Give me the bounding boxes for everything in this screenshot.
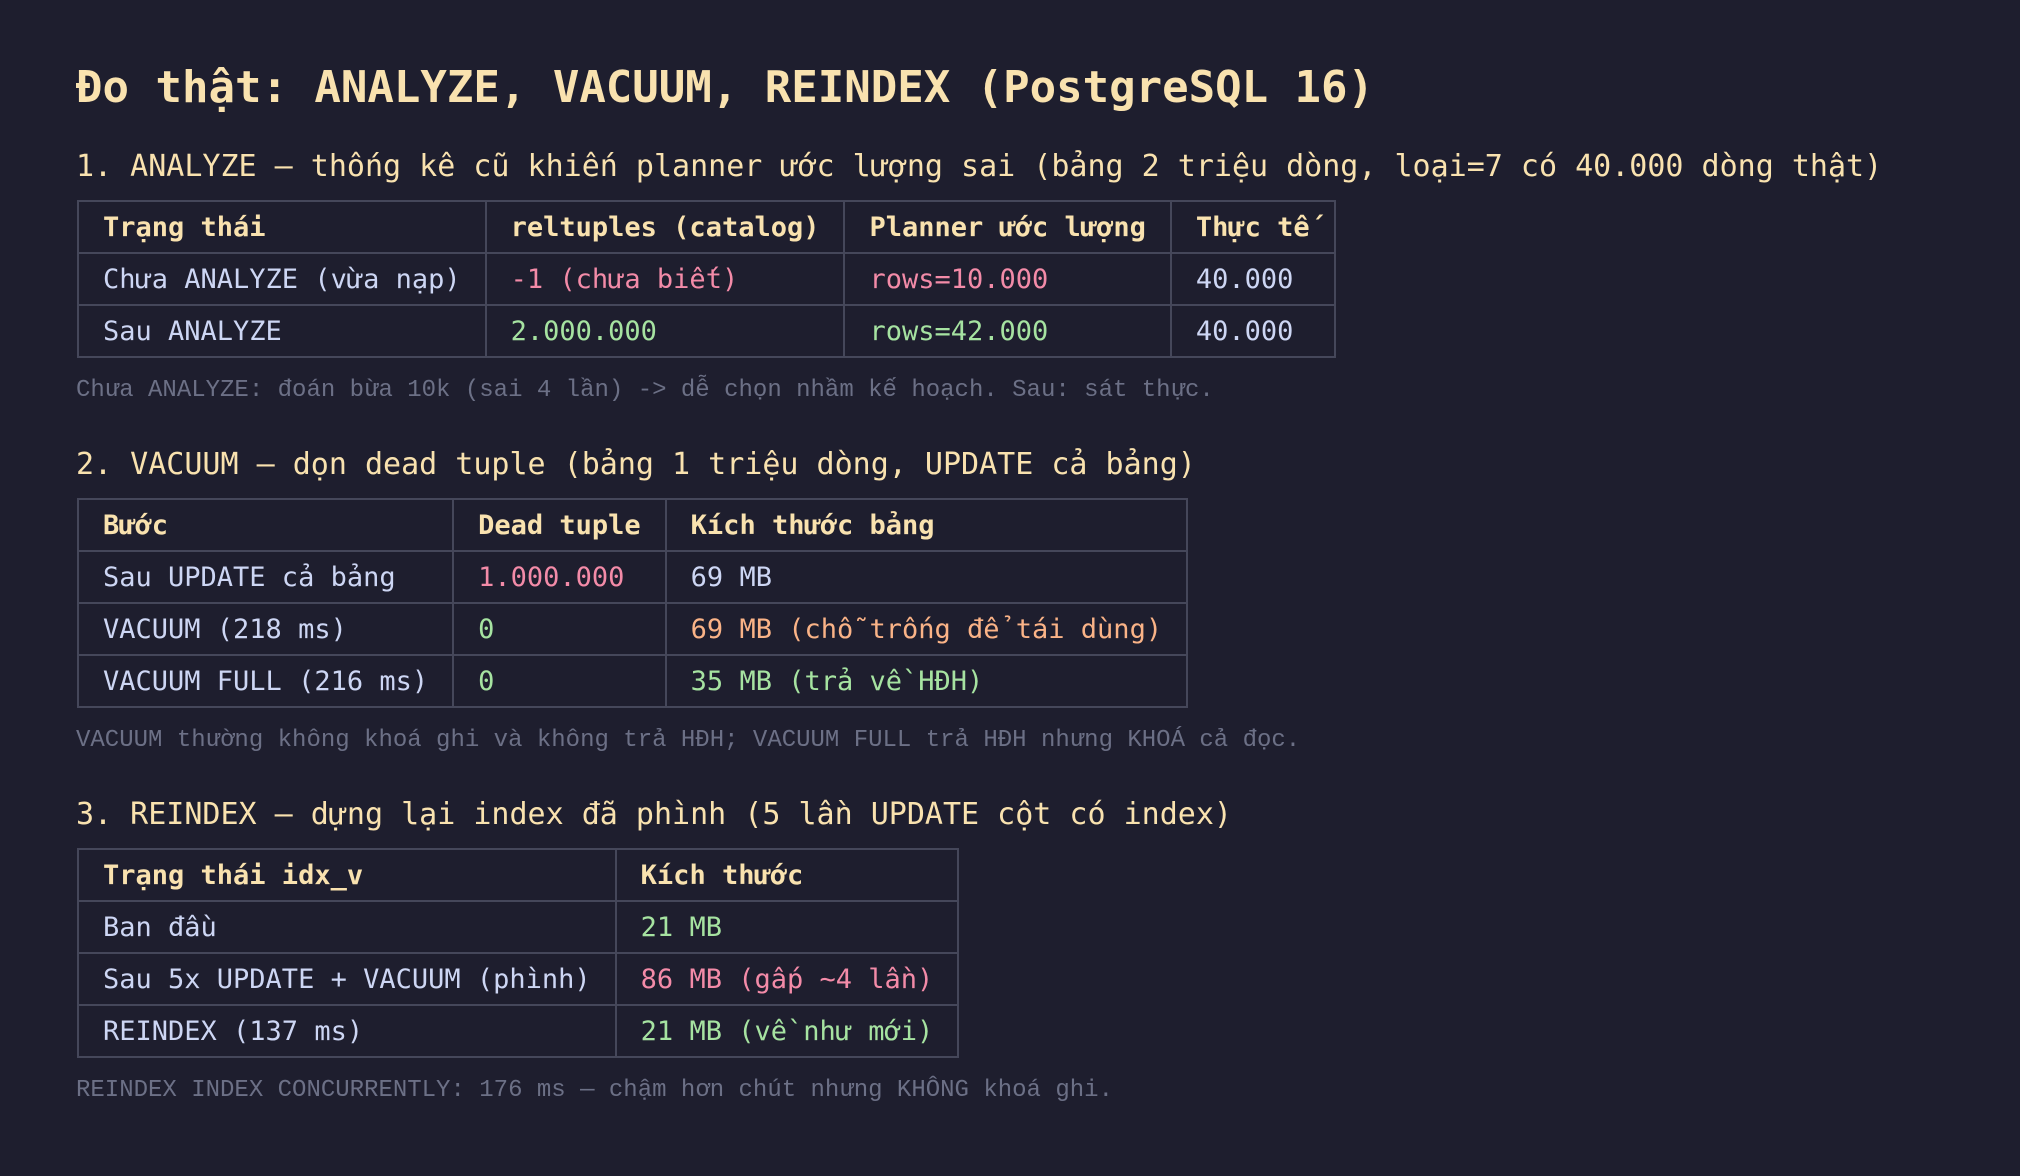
section-heading-analyze: 1. ANALYZE — thống kê cũ khiến planner ư… (76, 149, 1883, 184)
table-row: Sau UPDATE cả bảng 1.000.000 69 MB (76, 550, 1189, 604)
column-header: Thực tế (1169, 200, 1336, 254)
section-note-reindex: REINDEX INDEX CONCURRENTLY: 176 ms — chậ… (76, 1077, 1113, 1104)
table-cell: Chưa ANALYZE (vừa nạp) (77, 252, 487, 306)
table-cell: VACUUM FULL (216 ms) (76, 654, 455, 708)
table-cell: 69 MB (chỗ trống để tái dùng) (664, 602, 1189, 656)
vacuum-table: Bước Dead tuple Kích thước bảng Sau UPDA… (76, 498, 1189, 708)
column-header: Planner ước lượng (843, 200, 1172, 254)
column-header: reltuples (catalog) (484, 200, 846, 254)
table-cell: 2.000.000 (484, 304, 846, 358)
table-cell: Sau UPDATE cả bảng (76, 550, 455, 604)
column-header: Trạng thái (77, 200, 487, 254)
table-cell: 0 (452, 654, 667, 708)
table-cell: Ban đầu (77, 900, 617, 954)
table-header-row: Bước Dead tuple Kích thước bảng (76, 498, 1189, 552)
column-header: Bước (76, 498, 455, 552)
table-cell: 86 MB (gấp ~4 lần) (614, 952, 960, 1006)
column-header: Kích thước (614, 848, 960, 902)
table-row: VACUUM FULL (216 ms) 0 35 MB (trả về HĐH… (76, 654, 1189, 708)
column-header: Trạng thái idx_v (77, 848, 617, 902)
analyze-table: Trạng thái reltuples (catalog) Planner ư… (77, 200, 1336, 358)
section-heading-reindex: 3. REINDEX — dựng lại index đã phình (5 … (76, 797, 1232, 832)
table-row: Sau 5x UPDATE + VACUUM (phình) 86 MB (gấ… (77, 952, 960, 1006)
table-cell: 69 MB (664, 550, 1189, 604)
table-cell: 1.000.000 (452, 550, 667, 604)
table-cell: -1 (chưa biết) (484, 252, 846, 306)
page-title: Đo thật: ANALYZE, VACUUM, REINDEX (Postg… (76, 62, 1375, 113)
table-cell: 40.000 (1169, 252, 1336, 306)
table-cell: Sau ANALYZE (77, 304, 487, 358)
reindex-table: Trạng thái idx_v Kích thước Ban đầu 21 M… (77, 848, 960, 1058)
table-row: REINDEX (137 ms) 21 MB (về như mới) (77, 1004, 960, 1058)
table-cell: 40.000 (1169, 304, 1336, 358)
report-page: Đo thật: ANALYZE, VACUUM, REINDEX (Postg… (0, 0, 2020, 1108)
table-header-row: Trạng thái reltuples (catalog) Planner ư… (77, 200, 1336, 254)
table-cell: 35 MB (trả về HĐH) (664, 654, 1189, 708)
table-cell: VACUUM (218 ms) (76, 602, 455, 656)
table-header-row: Trạng thái idx_v Kích thước (77, 848, 960, 902)
section-note-vacuum: VACUUM thường không khoá ghi và không tr… (76, 727, 1301, 754)
table-cell: 0 (452, 602, 667, 656)
table-row: Chưa ANALYZE (vừa nạp) -1 (chưa biết) ro… (77, 252, 1336, 306)
table-row: Sau ANALYZE 2.000.000 rows=42.000 40.000 (77, 304, 1336, 358)
table-cell: Sau 5x UPDATE + VACUUM (phình) (77, 952, 617, 1006)
column-header: Dead tuple (452, 498, 667, 552)
table-cell: 21 MB (614, 900, 960, 954)
section-note-analyze: Chưa ANALYZE: đoán bừa 10k (sai 4 lần) -… (76, 377, 1214, 404)
table-cell: 21 MB (về như mới) (614, 1004, 960, 1058)
table-row: Ban đầu 21 MB (77, 900, 960, 954)
table-cell: REINDEX (137 ms) (77, 1004, 617, 1058)
table-row: VACUUM (218 ms) 0 69 MB (chỗ trống để tá… (76, 602, 1189, 656)
table-cell: rows=10.000 (843, 252, 1172, 306)
section-heading-vacuum: 2. VACUUM — dọn dead tuple (bảng 1 triệu… (76, 447, 1196, 482)
column-header: Kích thước bảng (664, 498, 1189, 552)
table-cell: rows=42.000 (843, 304, 1172, 358)
